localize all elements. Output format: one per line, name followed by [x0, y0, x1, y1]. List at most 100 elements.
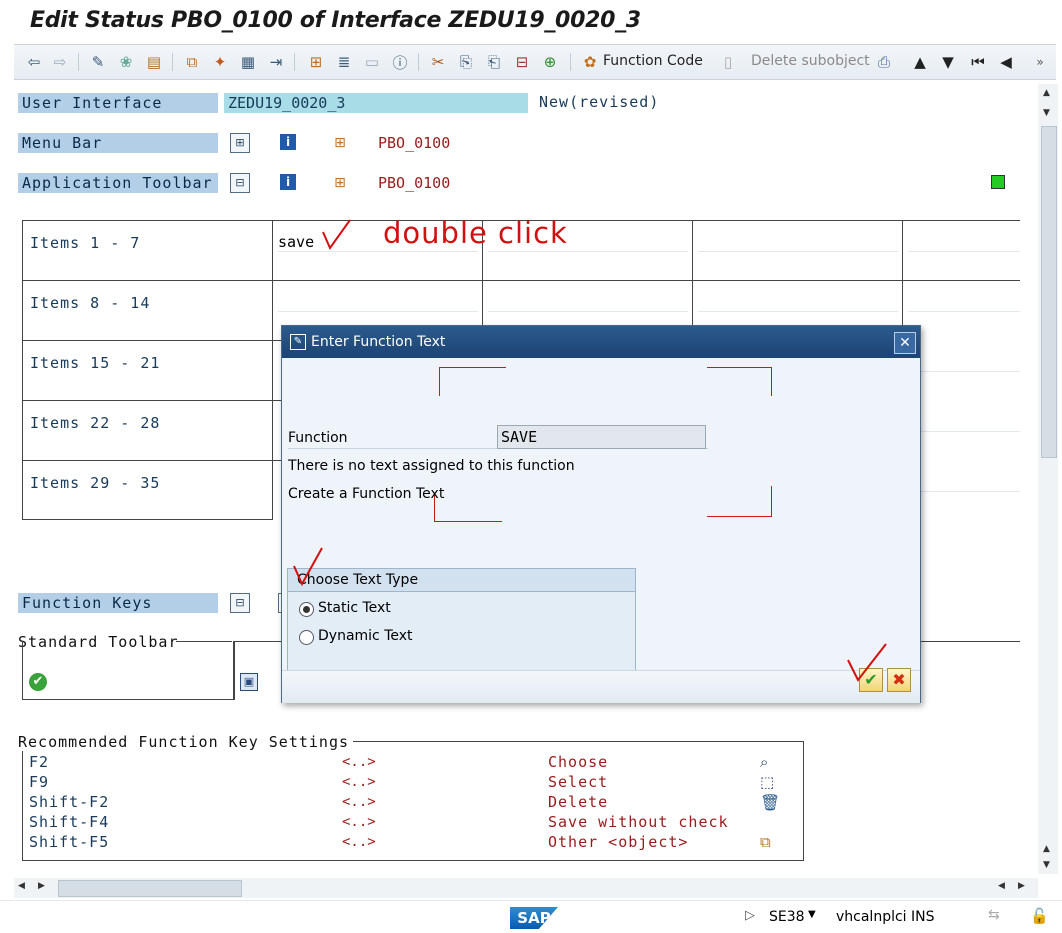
item-field[interactable]: [698, 233, 898, 252]
delete-subobject-button[interactable]: Delete subobject: [751, 53, 870, 69]
previous-page-icon[interactable]: ◀: [996, 52, 1016, 72]
static-text-label[interactable]: Static Text: [318, 600, 391, 616]
window-icon[interactable]: ▭: [362, 52, 382, 72]
standard-toolbar-field[interactable]: [26, 653, 230, 669]
vertical-scrollbar[interactable]: ▲ ▼ ▲ ▼: [1038, 84, 1058, 874]
text-type-group: Choose Text Type Static Text Dynamic Tex…: [287, 568, 636, 671]
scroll-right-arrow-icon[interactable]: ▶: [1018, 881, 1025, 891]
choose-icon[interactable]: ⌕: [760, 753, 768, 771]
fkey-text-field[interactable]: Choose: [544, 753, 748, 771]
back-arrow-icon[interactable]: ⇦: [24, 52, 44, 72]
item-field[interactable]: [908, 233, 1020, 252]
scroll-up-icon[interactable]: ▲: [910, 52, 930, 72]
cancel-x-button[interactable]: ✖: [887, 668, 911, 692]
dynamic-text-label[interactable]: Dynamic Text: [318, 628, 413, 644]
fkey-text-field[interactable]: Save without check: [544, 813, 748, 831]
forward-arrow-icon[interactable]: ⇨: [50, 52, 70, 72]
items-row-label: Items 22 - 28: [30, 414, 161, 432]
item-field[interactable]: [488, 293, 688, 312]
function-code-button[interactable]: Function Code: [603, 53, 703, 69]
save-icon[interactable]: ▣: [240, 673, 258, 691]
scroll-down-icon[interactable]: ▼: [938, 52, 958, 72]
dynamic-text-radio[interactable]: [299, 630, 314, 645]
collapse-icon[interactable]: ⊟: [230, 593, 250, 613]
hierarchy-icon[interactable]: ⊞: [330, 173, 350, 193]
info-icon[interactable]: i: [280, 134, 296, 150]
scroll-up-arrow-icon[interactable]: ▲: [1043, 844, 1050, 854]
fkey-code-field[interactable]: <..>: [338, 753, 538, 771]
fkey-code-field[interactable]: <..>: [338, 773, 538, 791]
scroll-left-arrow-icon[interactable]: ◀: [18, 881, 25, 891]
application-toolbar-label: Application Toolbar: [18, 173, 218, 193]
fkey-code-field[interactable]: <..>: [338, 793, 538, 811]
scroll-right-arrow-icon[interactable]: ▶: [38, 881, 45, 891]
function-code-icon[interactable]: ✿: [580, 52, 600, 72]
static-text-radio[interactable]: [299, 602, 314, 617]
fkey-text-field[interactable]: Select: [544, 773, 748, 791]
fkey-code-field[interactable]: <..>: [338, 833, 538, 851]
create-text-message: Create a Function Text: [288, 486, 445, 502]
item-field[interactable]: [278, 293, 478, 312]
insert-row-icon[interactable]: ⊕: [540, 52, 560, 72]
copy-icon[interactable]: ⎘: [456, 52, 476, 72]
horizontal-scrollbar[interactable]: ◀ ▶ ◀ ▶: [14, 878, 1038, 898]
activate-icon[interactable]: ✦: [210, 52, 230, 72]
function-keys-label: Function Keys: [18, 593, 218, 613]
item-field[interactable]: [698, 293, 898, 312]
expand-icon[interactable]: ⊞: [230, 133, 250, 153]
application-toolbar-value[interactable]: PBO_0100: [374, 173, 978, 193]
scroll-thumb[interactable]: [58, 880, 242, 897]
cut-icon[interactable]: ✂: [428, 52, 448, 72]
trash-icon[interactable]: 🗑: [760, 793, 780, 812]
other-object-icon[interactable]: ▤: [144, 52, 164, 72]
scroll-down-arrow-icon[interactable]: ▼: [1043, 108, 1050, 118]
fkey-code-field[interactable]: <..>: [338, 813, 538, 831]
scroll-thumb[interactable]: [1041, 126, 1057, 458]
display-change-icon[interactable]: ✎: [88, 52, 108, 72]
info-icon[interactable]: ⓘ: [390, 52, 410, 72]
document-icon[interactable]: ▯: [718, 52, 738, 72]
title-bar: Edit Status PBO_0100 of Interface ZEDU19…: [0, 0, 1062, 44]
menu-bar-value[interactable]: PBO_0100: [374, 133, 978, 153]
annotation-bracket: [439, 367, 506, 396]
standard-toolbar-field[interactable]: [237, 653, 281, 669]
print-icon[interactable]: ⎙: [874, 52, 894, 72]
scroll-up-arrow-icon[interactable]: ▲: [1043, 88, 1050, 98]
hierarchy-icon[interactable]: ⊞: [330, 133, 350, 153]
function-keys-field[interactable]: [920, 593, 978, 613]
fkey-label: F2: [29, 753, 50, 771]
chevron-down-icon[interactable]: ▼: [808, 909, 816, 920]
enter-check-icon[interactable]: ✔: [29, 673, 47, 691]
scroll-left-arrow-icon[interactable]: ◀: [998, 881, 1005, 891]
play-icon[interactable]: ▷: [745, 908, 755, 923]
fkey-text-field[interactable]: Delete: [544, 793, 748, 811]
close-icon[interactable]: ✕: [894, 332, 916, 354]
overflow-icon[interactable]: »: [1030, 52, 1050, 72]
no-text-message: There is no text assigned to this functi…: [288, 458, 575, 474]
item-field[interactable]: [908, 473, 1020, 492]
paste-icon[interactable]: ⎗: [484, 52, 504, 72]
scroll-down-arrow-icon[interactable]: ▼: [1043, 860, 1050, 870]
delete-row-icon[interactable]: ⊟: [512, 52, 532, 72]
check-icon[interactable]: ⧉: [182, 52, 202, 72]
toolbar-separator: [294, 53, 295, 71]
where-used-icon[interactable]: ⇥: [266, 52, 286, 72]
item-field[interactable]: [908, 293, 1020, 312]
select-icon[interactable]: ⬚: [760, 773, 774, 791]
display-object-list-icon[interactable]: ≣: [334, 52, 354, 72]
active-inactive-icon[interactable]: ❀: [116, 52, 136, 72]
item-field[interactable]: [908, 413, 1020, 432]
function-code-field: SAVE: [497, 425, 706, 449]
test-icon[interactable]: ▦: [238, 52, 258, 72]
transaction-code[interactable]: SE38: [769, 909, 805, 925]
other-object-icon[interactable]: ⧉: [760, 833, 771, 851]
fkey-text-field[interactable]: Other <object>: [544, 833, 748, 851]
collapse-icon[interactable]: ⊟: [230, 173, 250, 193]
first-page-icon[interactable]: ⏮: [968, 52, 988, 72]
info-icon[interactable]: i: [280, 174, 296, 190]
item-field[interactable]: [908, 353, 1020, 372]
lock-icon[interactable]: 🔓: [1030, 907, 1049, 925]
input-mode[interactable]: INS: [911, 909, 935, 925]
grid-line: [22, 340, 282, 341]
hierarchy-icon[interactable]: ⊞: [306, 52, 326, 72]
